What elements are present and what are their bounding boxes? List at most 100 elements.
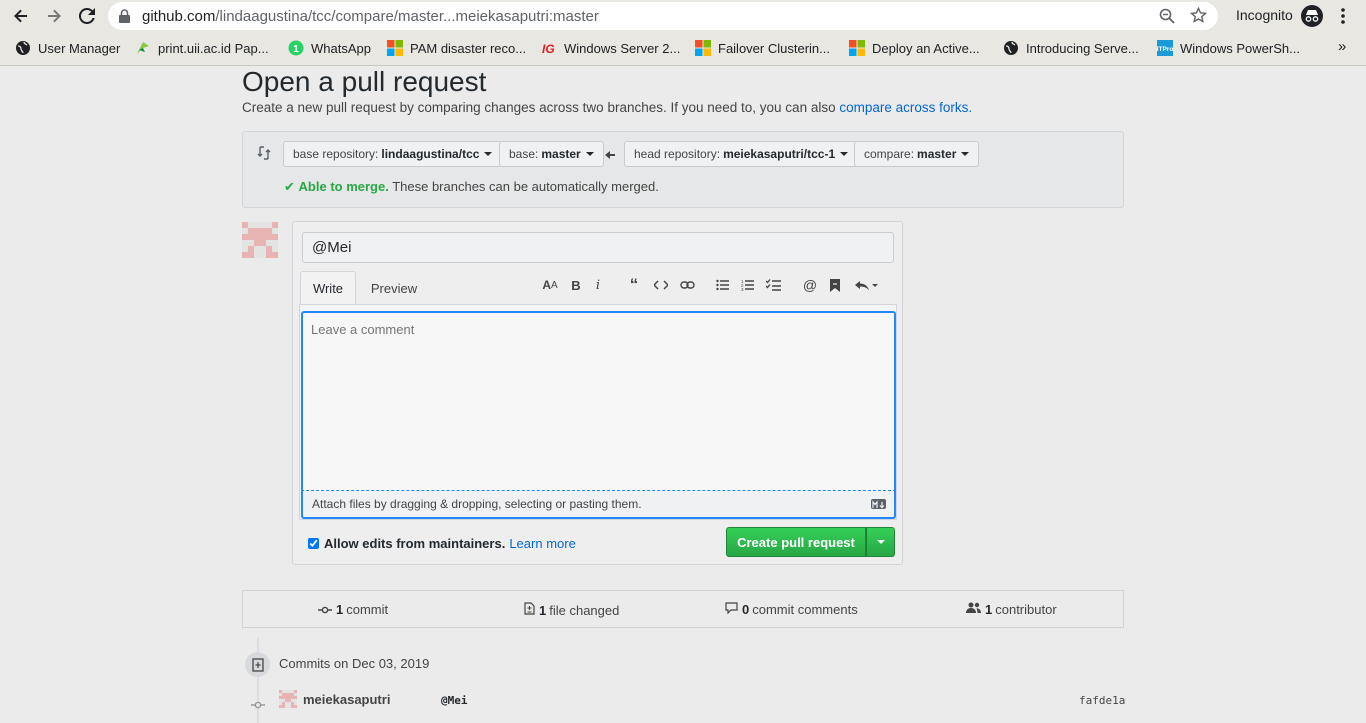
ig-icon: IG <box>541 40 557 56</box>
compare-branch-value: master <box>917 147 957 161</box>
compare-summary: 1 commit 1 file changed 0 commit comments 1… <box>242 590 1124 628</box>
bookmark-label: Windows PowerSh... <box>1180 40 1300 56</box>
mention-icon[interactable]: @ <box>801 275 819 295</box>
incognito-icon[interactable] <box>1301 5 1323 32</box>
svg-text:3: 3 <box>741 287 744 291</box>
bookmark-whatsapp[interactable]: 1 WhatsApp <box>288 39 371 57</box>
arrow-left-icon <box>605 147 615 165</box>
commit-author-link[interactable]: meiekasaputri <box>303 692 390 707</box>
commit-message-link[interactable]: @Mei <box>441 694 468 707</box>
base-repository-label: base repository: <box>293 147 379 161</box>
page-content: Open a pull request Create a new pull re… <box>0 66 1366 723</box>
chevron-down-icon <box>961 152 970 156</box>
bold-icon[interactable]: B <box>567 275 585 295</box>
bookmark-star-icon[interactable] <box>1189 6 1208 29</box>
comments-label: commit comments <box>752 602 858 617</box>
pr-title-input[interactable] <box>302 232 894 263</box>
task-list-icon[interactable] <box>764 275 782 295</box>
reload-icon[interactable] <box>75 4 99 28</box>
base-repository-value: lindaagustina/tcc <box>381 147 480 161</box>
compare-branch-select[interactable]: compare: master <box>854 141 980 167</box>
chevron-down-icon <box>840 152 849 156</box>
commit-sha-link[interactable]: fafde1a <box>1079 694 1125 707</box>
allow-edits-option[interactable]: Allow edits from maintainers. Learn more <box>308 536 576 551</box>
base-branch-select[interactable]: base: master <box>499 141 604 167</box>
url-domain: github.com <box>142 8 216 25</box>
file-diff-icon <box>524 602 535 618</box>
bookmarks-overflow-button[interactable]: » <box>1338 37 1346 55</box>
learn-more-link[interactable]: Learn more <box>509 536 575 551</box>
globe-icon <box>1003 40 1019 56</box>
bookmark-windows-powershell[interactable]: ITPro Windows PowerSh... <box>1157 39 1300 57</box>
svg-text:IG: IG <box>542 42 555 56</box>
reply-dropdown-icon[interactable] <box>853 275 879 295</box>
create-options-dropdown[interactable] <box>866 527 895 557</box>
commits-label: commit <box>346 602 389 617</box>
microsoft-icon <box>849 40 865 56</box>
back-arrow-icon[interactable] <box>9 4 33 28</box>
attach-files-text: Attach files by dragging & dropping, sel… <box>312 497 642 511</box>
comment-editor: Attach files by dragging & dropping, sel… <box>299 304 897 520</box>
saved-reply-icon[interactable] <box>826 275 844 295</box>
bookmark-label: Deploy an Active... <box>872 40 980 56</box>
bookmark-failover-clustering[interactable]: Failover Clusterin... <box>695 39 830 57</box>
code-icon[interactable] <box>652 275 670 295</box>
numbered-list-icon[interactable]: 123 <box>738 275 756 295</box>
bookmark-user-manager[interactable]: User Manager <box>15 39 120 57</box>
merge-status-text: These branches can be automatically merg… <box>388 179 659 194</box>
check-icon: ✔ <box>284 179 295 194</box>
menu-kebab-icon[interactable] <box>1340 7 1346 30</box>
markdown-icon[interactable] <box>871 499 886 509</box>
comment-textarea[interactable] <box>301 311 896 491</box>
attach-files-bar[interactable]: Attach files by dragging & dropping, sel… <box>301 491 896 519</box>
chevron-down-icon <box>876 540 885 544</box>
svg-text:ITPro: ITPro <box>1157 46 1173 53</box>
allow-edits-checkbox[interactable] <box>308 538 319 549</box>
summary-files-changed[interactable]: 1 file changed <box>524 602 619 618</box>
compare-arrows-icon <box>257 146 271 165</box>
url-text[interactable]: github.com/lindaagustina/tcc/compare/mas… <box>142 8 599 25</box>
compare-branch-label: compare: <box>864 147 915 161</box>
tab-write[interactable]: Write <box>300 271 356 305</box>
zoom-icon[interactable] <box>1159 8 1175 29</box>
page-subtitle: Create a new pull request by comparing c… <box>242 100 972 115</box>
commit-icon <box>318 602 332 617</box>
bookmark-windows-server[interactable]: IG Windows Server 2... <box>541 39 680 57</box>
bookmark-introducing-server[interactable]: Introducing Serve... <box>1003 39 1139 57</box>
summary-contributors[interactable]: 1 contributor <box>966 602 1057 617</box>
bookmark-label: Windows Server 2... <box>564 40 681 56</box>
git-commit-group-icon <box>245 652 270 677</box>
chevron-down-icon <box>484 152 493 156</box>
head-repository-select[interactable]: head repository: meiekasaputri/tcc-1 <box>624 141 859 167</box>
bulleted-list-icon[interactable] <box>713 275 731 295</box>
compare-across-forks-link[interactable]: compare across forks. <box>839 100 972 115</box>
text-size-icon[interactable]: AA <box>541 275 559 295</box>
create-pull-request-button[interactable]: Create pull request <box>726 527 866 557</box>
bookmark-pam-disaster[interactable]: PAM disaster reco... <box>387 39 526 57</box>
summary-commit-comments[interactable]: 0 commit comments <box>725 602 858 617</box>
lock-icon[interactable] <box>119 9 130 28</box>
italic-icon[interactable]: i <box>589 275 607 295</box>
microsoft-icon <box>695 40 711 56</box>
bookmark-label: Introducing Serve... <box>1026 40 1139 56</box>
svg-text:1: 1 <box>293 44 299 55</box>
subtitle-text: Create a new pull request by comparing c… <box>242 100 840 115</box>
commit-author-avatar[interactable] <box>279 690 297 708</box>
bookmark-deploy-active[interactable]: Deploy an Active... <box>849 39 980 57</box>
allow-edits-label: Allow edits from maintainers. <box>324 536 506 551</box>
printer-leaf-icon <box>135 40 151 56</box>
quote-icon[interactable]: “ <box>625 275 643 295</box>
merge-ok-text: Able to merge. <box>298 179 389 194</box>
base-branch-value: master <box>541 147 581 161</box>
avatar[interactable] <box>242 222 278 258</box>
commit-icon <box>251 696 265 714</box>
comments-count: 0 <box>742 602 750 617</box>
address-bar[interactable]: github.com/lindaagustina/tcc/compare/mas… <box>108 2 1218 30</box>
markdown-toolbar: AA B i “ 123 @ <box>541 275 893 295</box>
tab-preview[interactable]: Preview <box>358 271 430 305</box>
summary-commits[interactable]: 1 commit <box>318 602 388 617</box>
link-icon[interactable] <box>678 275 696 295</box>
base-repository-select[interactable]: base repository: lindaagustina/tcc <box>283 141 503 167</box>
bookmark-print-uii[interactable]: print.uii.ac.id Pap... <box>135 39 269 57</box>
forward-arrow-icon[interactable] <box>42 4 66 28</box>
